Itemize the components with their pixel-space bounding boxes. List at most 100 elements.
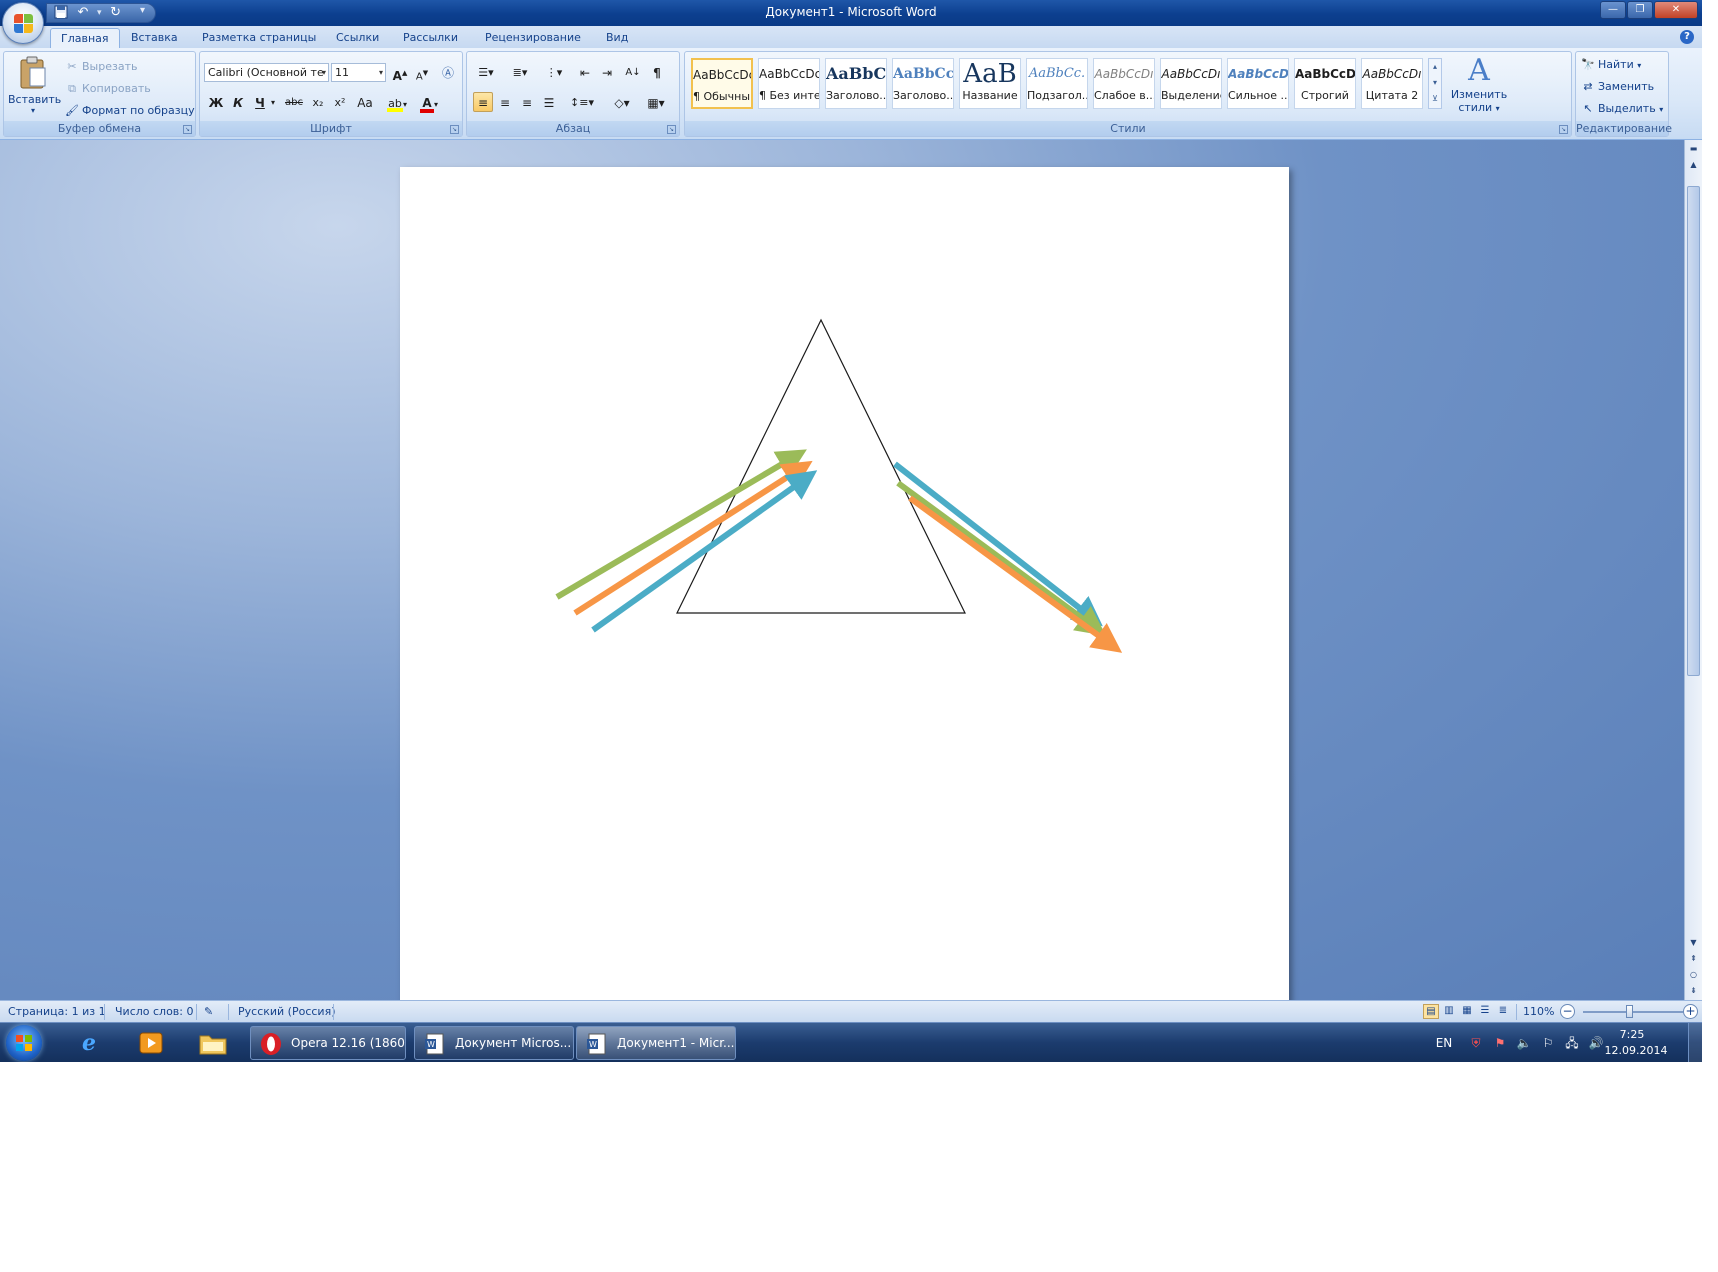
scrollbar-thumb[interactable] <box>1687 186 1700 676</box>
style-tile[interactable]: AaBbC( Заголово... <box>825 58 887 109</box>
line-spacing-icon[interactable]: ↕≡▾ <box>567 92 597 112</box>
superscript-button[interactable]: x² <box>330 92 350 112</box>
replace-button[interactable]: ⇄ Заменить <box>1580 78 1654 96</box>
shrink-font-button[interactable]: A▼ <box>412 62 432 82</box>
media-player-icon[interactable] <box>124 1026 178 1060</box>
network-warning-icon[interactable]: ⚑ <box>1492 1035 1508 1051</box>
tab-review[interactable]: Рецензирование <box>475 28 591 48</box>
style-tile[interactable]: AaBbCc. Подзагол... <box>1026 58 1088 109</box>
proofing-icon[interactable]: ✎ <box>204 1005 213 1018</box>
web-layout-icon[interactable]: ▦ <box>1459 1004 1475 1019</box>
style-tile[interactable]: AaBbCcDı Слабое в... <box>1093 58 1155 109</box>
decrease-indent-icon[interactable]: ⇤ <box>575 62 595 82</box>
taskbar-task[interactable]: Opera 12.16 (1860... <box>250 1026 406 1060</box>
font-dialog-launcher[interactable]: ↘ <box>450 125 459 134</box>
tab-view[interactable]: Вид <box>596 28 638 48</box>
ruler-toggle-icon[interactable]: ▬ <box>1687 142 1700 155</box>
style-tile[interactable]: AaBbCcDı Выделение <box>1160 58 1222 109</box>
sort-icon[interactable]: A↓ <box>623 62 643 82</box>
clear-formatting-icon[interactable]: Ⓐ <box>438 62 458 82</box>
full-screen-reading-icon[interactable]: ▥ <box>1441 1004 1457 1019</box>
change-styles-button[interactable]: A Изменить стили ▾ <box>1448 54 1510 118</box>
paste-button[interactable]: Вставить ▾ <box>8 54 61 118</box>
font-size-combo[interactable]: 11 ▾ <box>331 63 386 82</box>
browse-object-icon[interactable]: ○ <box>1687 968 1700 981</box>
close-button[interactable]: ✕ <box>1654 1 1698 19</box>
underline-dropdown-icon[interactable]: ▾ <box>268 92 278 112</box>
maximize-button[interactable]: ❐ <box>1627 1 1653 19</box>
language-indicator[interactable]: Русский (Россия) <box>238 1005 336 1018</box>
outgoing-green-arrow[interactable] <box>896 480 1107 636</box>
format-painter-button[interactable]: 🖌 Формат по образцу <box>64 102 195 120</box>
align-center-icon[interactable]: ≡ <box>495 92 515 112</box>
antivirus-icon[interactable]: ⛨ <box>1468 1035 1484 1051</box>
style-tile[interactable]: AaBbCcDı Цитата 2 <box>1361 58 1423 109</box>
chevron-down-icon[interactable]: ▼ <box>1687 936 1700 949</box>
show-marks-button[interactable]: ¶ <box>647 62 667 82</box>
tab-mailings[interactable]: Рассылки <box>393 28 468 48</box>
taskbar-task[interactable]: W Документ1 - Micr... <box>576 1026 736 1060</box>
styles-dialog-launcher[interactable]: ↘ <box>1559 125 1568 134</box>
highlight-button[interactable]: ab▾ <box>382 92 412 112</box>
style-tile[interactable]: AaBbCcDc Строгий <box>1294 58 1356 109</box>
vertical-scrollbar[interactable]: ▬ ▲ ▼ ⇞ ○ ⇟ <box>1684 140 1702 1000</box>
font-color-button[interactable]: A ▾ <box>414 92 444 113</box>
bullets-icon[interactable]: ☰▾ <box>471 62 501 82</box>
next-page-icon[interactable]: ⇟ <box>1687 984 1700 997</box>
align-right-icon[interactable]: ≡ <box>517 92 537 112</box>
subscript-button[interactable]: x₂ <box>308 92 328 112</box>
start-button[interactable] <box>6 1025 42 1061</box>
find-button[interactable]: 🔭 Найти ▾ <box>1580 56 1641 74</box>
network-icon[interactable]: 🖧 <box>1564 1035 1580 1051</box>
flag-icon[interactable]: ⚐ <box>1540 1035 1556 1051</box>
clipboard-dialog-launcher[interactable]: ↘ <box>183 125 192 134</box>
zoom-slider[interactable] <box>1583 1011 1683 1013</box>
borders-icon[interactable]: ▦▾ <box>641 92 671 112</box>
zoom-out-button[interactable]: − <box>1560 1004 1575 1019</box>
chevron-up-icon[interactable]: ▴ <box>1429 59 1441 75</box>
help-icon[interactable]: ? <box>1680 30 1694 44</box>
office-button[interactable] <box>2 2 44 44</box>
font-name-combo[interactable]: Calibri (Основной те ▾ <box>204 63 329 82</box>
page-counter[interactable]: Страница: 1 из 1 <box>8 1005 106 1018</box>
styles-scroll[interactable]: ▴ ▾ ⊻ <box>1428 58 1442 109</box>
style-tile[interactable]: AaBbCcDc ¶ Обычный <box>691 58 753 109</box>
folder-icon[interactable] <box>186 1026 240 1060</box>
cut-button[interactable]: ✂ Вырезать <box>64 58 137 76</box>
style-tile[interactable]: AaBbCcDı Сильное ... <box>1227 58 1289 109</box>
strikethrough-button[interactable]: abc <box>282 92 306 112</box>
change-case-button[interactable]: Aa <box>352 92 378 112</box>
style-tile[interactable]: AaB Название <box>959 58 1021 109</box>
outline-icon[interactable]: ☰ <box>1477 1004 1493 1019</box>
tab-page-layout[interactable]: Разметка страницы <box>192 28 326 48</box>
minimize-button[interactable]: — <box>1600 1 1626 19</box>
chevron-down-icon[interactable]: ▾ <box>1429 75 1441 91</box>
justify-icon[interactable]: ☰ <box>539 92 559 112</box>
paragraph-dialog-launcher[interactable]: ↘ <box>667 125 676 134</box>
previous-page-icon[interactable]: ⇞ <box>1687 952 1700 965</box>
print-layout-icon[interactable]: ▤ <box>1423 1004 1439 1019</box>
tab-references[interactable]: Ссылки <box>326 28 389 48</box>
more-styles-icon[interactable]: ⊻ <box>1429 91 1441 107</box>
increase-indent-icon[interactable]: ⇥ <box>597 62 617 82</box>
numbering-icon[interactable]: ≣▾ <box>505 62 535 82</box>
draft-icon[interactable]: ≣ <box>1495 1004 1511 1019</box>
multilevel-list-icon[interactable]: ⋮▾ <box>539 62 569 82</box>
copy-button[interactable]: ⧉ Копировать <box>64 80 151 98</box>
clock-time[interactable]: 7:25 <box>1602 1028 1662 1041</box>
bold-button[interactable]: Ж <box>206 92 226 112</box>
speaker-icon[interactable]: 🔈 <box>1516 1035 1532 1051</box>
select-button[interactable]: ↖ Выделить ▾ <box>1580 100 1663 118</box>
internet-explorer-icon[interactable]: e <box>62 1026 116 1060</box>
zoom-slider-thumb[interactable] <box>1626 1005 1633 1018</box>
shading-icon[interactable]: ◇▾ <box>607 92 637 112</box>
style-tile[interactable]: AaBbCc Заголово... <box>892 58 954 109</box>
outgoing-orange-arrow[interactable] <box>908 495 1123 653</box>
zoom-level[interactable]: 110% <box>1523 1005 1554 1018</box>
zoom-in-button[interactable]: + <box>1683 1004 1698 1019</box>
clock-date[interactable]: 12.09.2014 <box>1596 1044 1676 1057</box>
taskbar-task[interactable]: W Документ Micros... <box>414 1026 574 1060</box>
align-left-icon[interactable]: ≡ <box>473 92 493 112</box>
outgoing-blue-arrow[interactable] <box>893 461 1103 627</box>
chevron-up-icon[interactable]: ▲ <box>1687 158 1700 171</box>
